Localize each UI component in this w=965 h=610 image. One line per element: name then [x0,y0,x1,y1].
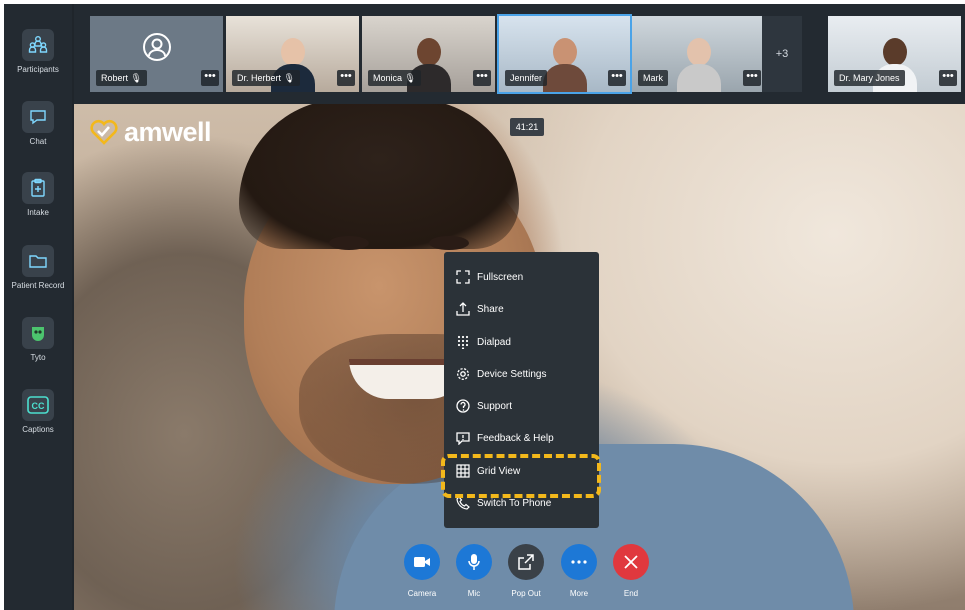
menu-item-support[interactable]: Support [444,391,599,421]
cc-icon: CC [22,389,54,421]
participant-name: Dr. Mary Jones [834,70,905,86]
clipboard-icon [22,172,54,204]
participant-tile[interactable]: Robert 🎙 ••• [90,16,223,92]
sidebar-item-tyto[interactable]: Tyto [4,317,72,381]
participant-name: Monica 🎙 [368,70,421,86]
sidebar-item-label: Tyto [30,353,46,362]
sidebar-item-label: Participants [17,65,59,74]
participant-video [542,34,587,92]
more-icon [561,544,597,580]
grid-view-highlight [441,454,601,498]
share-icon [455,301,471,317]
mic-icon [456,544,492,580]
sidebar-item-label: Captions [22,425,54,434]
more-participants-count[interactable]: +3 [762,16,802,92]
call-timer: 41:21 [510,118,544,136]
sidebar-item-captions[interactable]: CC Captions [4,389,72,453]
popout-icon [508,544,544,580]
mic-icon: 🎙 [130,73,142,83]
mic-icon: 🎙 [283,73,295,83]
participant-video [676,34,721,92]
feedback-icon [455,430,471,446]
menu-item-device-settings[interactable]: Device Settings [444,359,599,389]
heart-check-icon [90,119,118,145]
help-icon [455,398,471,414]
sidebar: Participants Chat Intake Patient Record … [4,4,72,610]
sidebar-item-label: Chat [29,137,47,146]
participant-tile[interactable]: Mark ••• [632,16,765,92]
tile-menu-button[interactable]: ••• [337,70,355,86]
avatar-icon [143,33,171,61]
tile-menu-button[interactable]: ••• [743,70,761,86]
participant-tile[interactable]: Dr. Herbert 🎙 ••• [226,16,359,92]
participant-name: Jennifer [505,70,548,86]
brand-logo: amwell [90,116,212,147]
gear-icon [455,366,471,382]
video-call-app: Participants Chat Intake Patient Record … [4,4,965,610]
end-call-icon [613,544,649,580]
tile-menu-button[interactable]: ••• [201,70,219,86]
participant-tile-active[interactable]: Jennifer ••• [497,14,632,94]
participant-name: Robert 🎙 [96,70,147,86]
svg-text:CC: CC [32,401,45,411]
sidebar-item-participants[interactable]: Participants [4,29,72,93]
sidebar-item-chat[interactable]: Chat [4,101,72,165]
mic-icon: 🎙 [404,73,416,83]
speaker-eye [429,236,469,250]
fullscreen-icon [455,269,471,285]
speaker-hair [239,99,519,249]
menu-item-share[interactable]: Share [444,294,599,324]
speaker-eye [329,236,369,250]
sidebar-item-label: Patient Record [11,281,65,290]
folder-icon [22,245,54,277]
menu-item-dialpad[interactable]: Dialpad [444,327,599,357]
tile-menu-button[interactable]: ••• [608,70,626,86]
menu-item-fullscreen[interactable]: Fullscreen [444,262,599,292]
chat-icon [22,101,54,133]
dialpad-icon [455,334,471,350]
tile-menu-button[interactable]: ••• [473,70,491,86]
participant-name: Mark [638,70,668,86]
participant-tile[interactable]: Monica 🎙 ••• [362,16,495,92]
sidebar-item-label: Intake [27,208,49,217]
participant-name: Dr. Herbert 🎙 [232,70,300,86]
sidebar-item-intake[interactable]: Intake [4,172,72,236]
menu-item-feedback-help[interactable]: Feedback & Help [444,423,599,453]
camera-icon [404,544,440,580]
sidebar-item-patient-record[interactable]: Patient Record [4,245,72,309]
participant-strip: Robert 🎙 ••• Dr. Herbert 🎙 ••• Monica 🎙 … [74,4,965,104]
tile-menu-button[interactable]: ••• [939,70,957,86]
participants-icon [22,29,54,61]
participant-tile[interactable]: Dr. Mary Jones ••• [828,16,961,92]
logo-text: amwell [124,116,212,147]
tyto-icon [22,317,54,349]
